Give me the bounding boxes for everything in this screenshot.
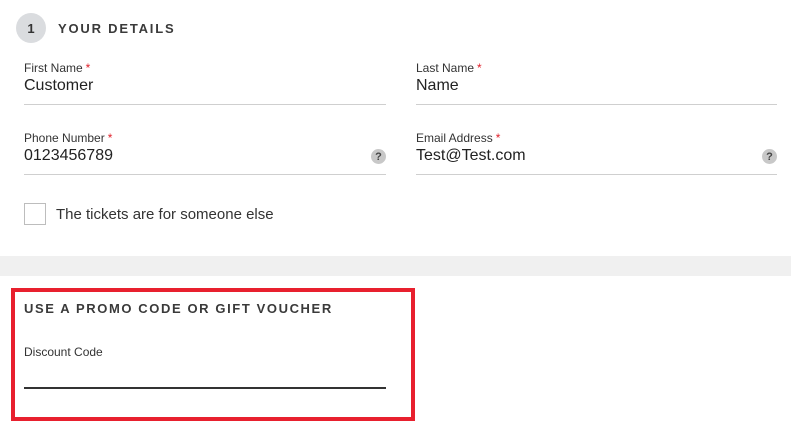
first-name-label: First Name *: [24, 61, 91, 75]
email-address-value[interactable]: Test@Test.com: [416, 147, 526, 165]
required-marker: *: [495, 131, 501, 145]
section-title: YOUR DETAILS: [58, 20, 176, 36]
phone-number-label: Phone Number *: [24, 131, 113, 145]
phone-number-field[interactable]: Phone Number * 0123456789 ?: [24, 131, 386, 175]
required-marker: *: [477, 61, 482, 75]
your-details-section: 1 YOUR DETAILS First Name * Customer Last…: [0, 0, 791, 256]
email-address-field[interactable]: Email Address * Test@Test.com ?: [416, 131, 777, 175]
someone-else-label[interactable]: The tickets are for someone else: [56, 206, 274, 223]
help-icon[interactable]: ?: [762, 149, 777, 164]
step-number-badge: 1: [16, 13, 46, 43]
last-name-field[interactable]: Last Name * Name: [416, 61, 777, 105]
promo-title: USE A PROMO CODE OR GIFT VOUCHER: [24, 301, 333, 316]
someone-else-option[interactable]: The tickets are for someone else: [24, 203, 274, 225]
help-icon[interactable]: ?: [371, 149, 386, 164]
discount-code-field[interactable]: Discount Code: [24, 345, 386, 389]
last-name-label: Last Name *: [416, 61, 482, 75]
step-header: 1 YOUR DETAILS: [16, 13, 175, 43]
last-name-value[interactable]: Name: [416, 77, 459, 95]
email-address-label: Email Address *: [416, 131, 501, 145]
first-name-field[interactable]: First Name * Customer: [24, 61, 386, 105]
someone-else-checkbox[interactable]: [24, 203, 46, 225]
phone-number-value[interactable]: 0123456789: [24, 147, 113, 165]
section-divider: [0, 256, 791, 276]
discount-code-input[interactable]: [24, 363, 386, 385]
discount-code-label: Discount Code: [24, 345, 103, 359]
first-name-value[interactable]: Customer: [24, 77, 93, 95]
promo-section: USE A PROMO CODE OR GIFT VOUCHER Discoun…: [0, 276, 791, 435]
required-marker: *: [85, 61, 91, 75]
required-marker: *: [107, 131, 113, 145]
